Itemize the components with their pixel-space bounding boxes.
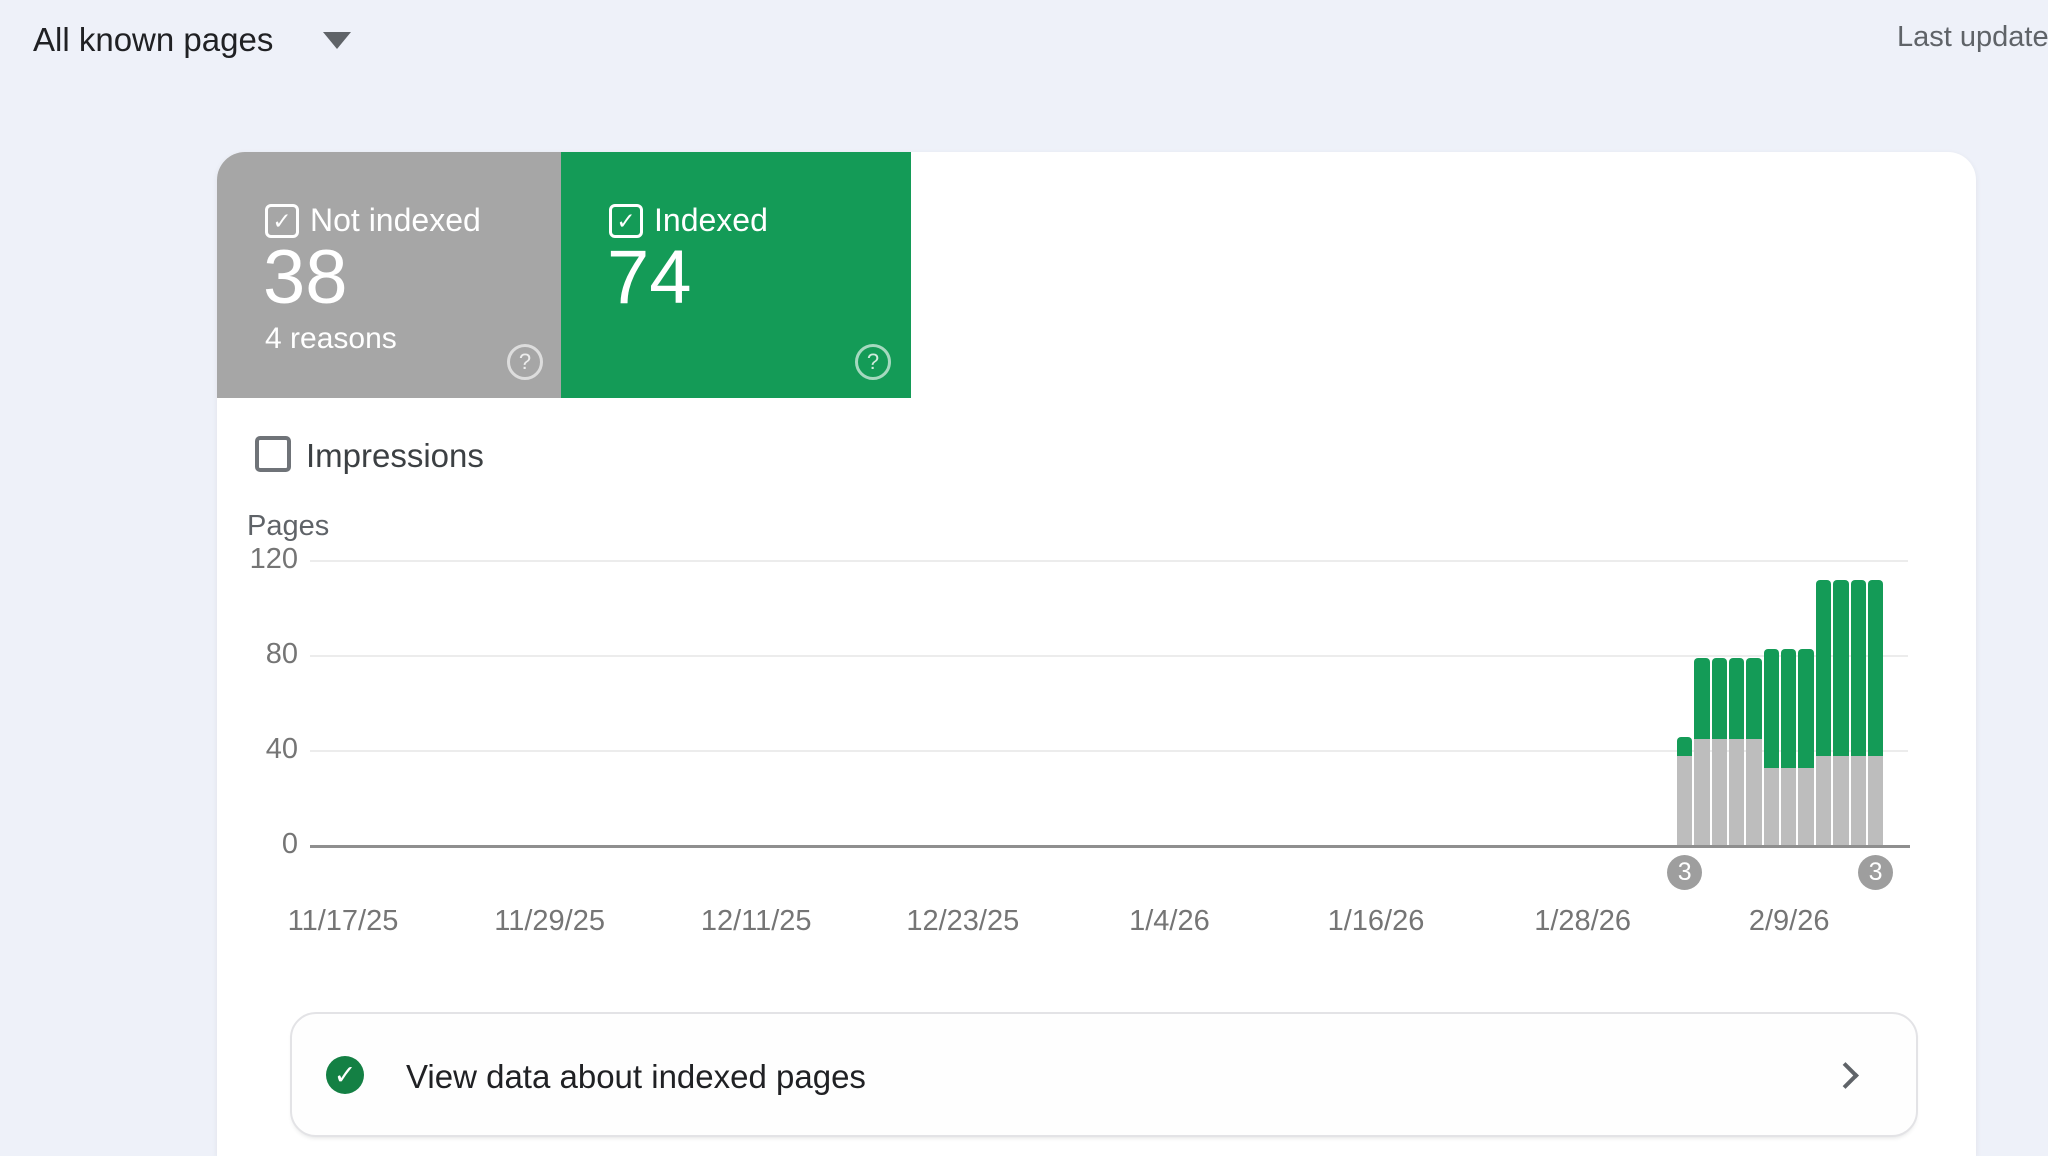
stacked-bar[interactable] bbox=[1781, 649, 1796, 846]
annotation-badge[interactable]: 3 bbox=[1858, 855, 1893, 890]
help-icon[interactable]: ? bbox=[507, 344, 543, 380]
x-tick-label: 1/28/26 bbox=[1534, 905, 1631, 938]
stacked-bar[interactable] bbox=[1746, 658, 1761, 846]
x-tick-label: 1/4/26 bbox=[1129, 905, 1210, 938]
help-icon[interactable]: ? bbox=[855, 344, 891, 380]
x-tick-label: 2/9/26 bbox=[1749, 905, 1830, 938]
x-tick-label: 12/11/25 bbox=[701, 905, 812, 938]
annotation-badge[interactable]: 3 bbox=[1667, 855, 1702, 890]
bar-indexed-segment bbox=[1816, 580, 1831, 756]
x-tick-label: 11/29/25 bbox=[494, 905, 605, 938]
chevron-down-icon bbox=[323, 32, 351, 49]
stacked-bar[interactable] bbox=[1833, 580, 1848, 846]
stacked-bar[interactable] bbox=[1729, 658, 1744, 846]
bar-indexed-segment bbox=[1746, 658, 1761, 739]
bar-not-indexed-segment bbox=[1746, 739, 1761, 846]
gridline bbox=[310, 750, 1908, 752]
chart-y-axis-title: Pages bbox=[247, 510, 329, 543]
question-glyph: ? bbox=[519, 349, 531, 374]
x-tick-label: 11/17/25 bbox=[288, 905, 399, 938]
check-glyph: ✓ bbox=[272, 208, 291, 234]
stacked-bar[interactable] bbox=[1816, 580, 1831, 846]
tile-not-indexed-label: Not indexed bbox=[310, 203, 481, 237]
x-axis-line bbox=[310, 845, 1910, 848]
page-filter-label: All known pages bbox=[33, 21, 273, 59]
stacked-bar[interactable] bbox=[1677, 737, 1692, 846]
bar-indexed-segment bbox=[1729, 658, 1744, 739]
bar-not-indexed-segment bbox=[1868, 756, 1883, 846]
y-tick-label: 40 bbox=[218, 733, 298, 766]
bar-indexed-segment bbox=[1851, 580, 1866, 756]
not-indexed-checkbox-icon[interactable]: ✓ bbox=[265, 204, 299, 238]
page-indexing-report: All known pages Last update ✓ Not indexe… bbox=[0, 0, 2048, 1156]
bar-not-indexed-segment bbox=[1781, 768, 1796, 846]
tile-not-indexed-reasons: 4 reasons bbox=[265, 322, 397, 356]
stacked-bar[interactable] bbox=[1712, 658, 1727, 846]
gridline bbox=[310, 655, 1908, 657]
question-glyph: ? bbox=[867, 349, 879, 374]
bar-not-indexed-segment bbox=[1851, 756, 1866, 846]
page-filter-dropdown[interactable]: All known pages bbox=[33, 16, 351, 64]
bar-not-indexed-segment bbox=[1677, 756, 1692, 846]
bar-not-indexed-segment bbox=[1833, 756, 1848, 846]
stacked-bar[interactable] bbox=[1798, 649, 1813, 846]
check-circle-icon: ✓ bbox=[326, 1056, 364, 1094]
bar-indexed-segment bbox=[1712, 658, 1727, 739]
stacked-bar[interactable] bbox=[1868, 580, 1883, 846]
bar-indexed-segment bbox=[1781, 649, 1796, 768]
impressions-label: Impressions bbox=[306, 437, 484, 475]
tile-indexed-label: Indexed bbox=[654, 203, 768, 237]
x-tick-label: 1/16/26 bbox=[1328, 905, 1425, 938]
impressions-checkbox[interactable] bbox=[255, 436, 291, 472]
y-tick-label: 120 bbox=[218, 543, 298, 576]
tile-indexed[interactable]: ✓ Indexed 74 ? bbox=[561, 152, 911, 398]
bar-indexed-segment bbox=[1694, 658, 1709, 739]
y-tick-label: 0 bbox=[218, 828, 298, 861]
bar-indexed-segment bbox=[1764, 649, 1779, 768]
bar-not-indexed-segment bbox=[1764, 768, 1779, 846]
indexed-checkbox-icon[interactable]: ✓ bbox=[609, 204, 643, 238]
bar-not-indexed-segment bbox=[1798, 768, 1813, 846]
bar-not-indexed-segment bbox=[1712, 739, 1727, 846]
x-tick-label: 12/23/25 bbox=[906, 905, 1019, 938]
check-glyph: ✓ bbox=[616, 208, 635, 234]
stacked-bar[interactable] bbox=[1694, 658, 1709, 846]
view-indexed-data-label: View data about indexed pages bbox=[406, 1058, 866, 1096]
gridline bbox=[310, 560, 1908, 562]
bar-not-indexed-segment bbox=[1816, 756, 1831, 846]
bar-indexed-segment bbox=[1868, 580, 1883, 756]
stacked-bar[interactable] bbox=[1764, 649, 1779, 846]
tile-not-indexed-value: 38 bbox=[263, 240, 348, 316]
check-glyph: ✓ bbox=[334, 1060, 357, 1090]
tile-not-indexed[interactable]: ✓ Not indexed 38 4 reasons ? bbox=[217, 152, 561, 398]
bar-not-indexed-segment bbox=[1694, 739, 1709, 846]
bar-indexed-segment bbox=[1833, 580, 1848, 756]
y-tick-label: 80 bbox=[218, 638, 298, 671]
bar-indexed-segment bbox=[1677, 737, 1692, 756]
last-update-label: Last update bbox=[1897, 21, 2048, 54]
bar-not-indexed-segment bbox=[1729, 739, 1744, 846]
bar-indexed-segment bbox=[1798, 649, 1813, 768]
stacked-bar[interactable] bbox=[1851, 580, 1866, 846]
tile-indexed-value: 74 bbox=[607, 240, 692, 316]
